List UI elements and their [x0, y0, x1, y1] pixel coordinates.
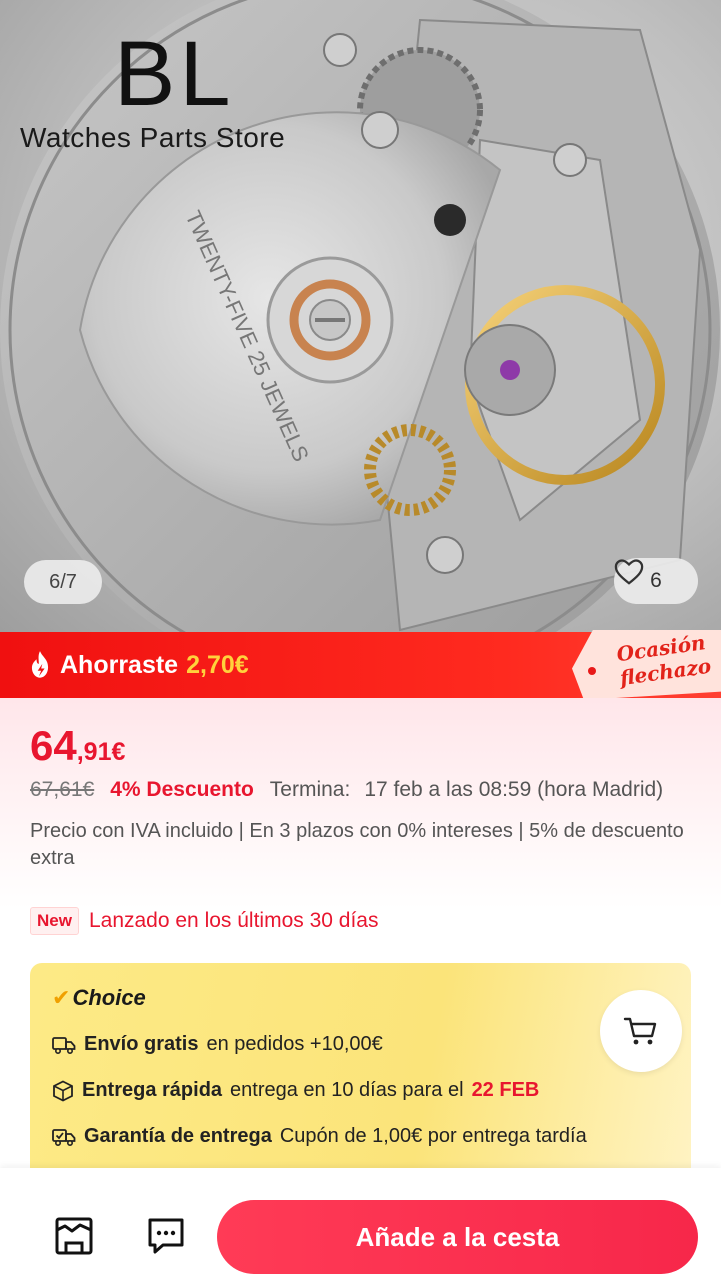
bottom-action-bar: Añade a la cesta	[0, 1168, 721, 1280]
discount-label: 4% Descuento	[110, 778, 254, 801]
ends-value: 17 feb a las 08:59 (hora Madrid)	[364, 778, 664, 801]
price-integer: 64	[30, 722, 77, 769]
chat-button[interactable]	[136, 1206, 196, 1266]
savings-label: Ahorraste	[60, 650, 179, 679]
delivery-guarantee-line: Garantía de entrega Cupón de 1,00€ por e…	[52, 1125, 587, 1148]
flechazo-badge: Ocasión flechazo	[572, 630, 721, 700]
new-badge: New	[30, 907, 79, 935]
store-button[interactable]	[44, 1206, 104, 1266]
ends-label: Termina:	[269, 778, 351, 801]
cart-icon	[623, 1017, 657, 1045]
choice-label: Choice	[72, 985, 146, 1010]
brand-mark: BL	[114, 23, 235, 125]
add-to-cart-button[interactable]: Añade a la cesta	[217, 1200, 698, 1274]
choice-title: ✔ Choice	[52, 985, 146, 1011]
brand-name: Watches Parts Store	[20, 122, 286, 153]
badge-dot	[588, 667, 596, 675]
favorites-count: 6	[650, 569, 662, 592]
tax-note: Precio con IVA incluido | En 3 plazos co…	[30, 820, 684, 869]
price-details-row: 67,61€ 4% Descuento Termina: 17 feb a la…	[30, 778, 663, 802]
store-icon	[55, 1217, 93, 1255]
guarantee-rest: Cupón de 1,00€ por entrega tardía	[279, 1125, 587, 1147]
new-arrival-text: Lanzado en los últimos 30 días	[88, 909, 379, 932]
store-logo: BL Watches Parts Store	[20, 28, 285, 154]
current-price: 64 ,91€	[30, 722, 125, 770]
package-icon	[53, 1079, 73, 1102]
heart-icon	[614, 559, 644, 585]
choice-card[interactable]: ✔ Choice Envío gratis en pedidos +10,00€…	[30, 963, 691, 1168]
truck-icon	[52, 1036, 76, 1054]
chat-icon	[148, 1218, 184, 1254]
guarantee-truck-icon	[52, 1128, 76, 1146]
price-decimal: ,91€	[76, 738, 126, 766]
new-arrival-row: New Lanzado en los últimos 30 días	[30, 907, 379, 935]
flame-icon	[31, 651, 49, 678]
old-price: 67,61€	[30, 778, 95, 801]
fast-delivery-line: Entrega rápida entrega en 10 días para e…	[52, 1079, 539, 1102]
check-icon: ✔	[52, 985, 71, 1010]
favorite-button[interactable]: 6	[614, 558, 698, 604]
price-section: 64 ,91€ 67,61€ 4% Descuento Termina: 17 …	[0, 698, 721, 1168]
fast-delivery-rest: entrega en 10 días para el	[230, 1079, 464, 1101]
free-shipping-rest: en pedidos +10,00€	[206, 1033, 383, 1055]
product-image[interactable]: TWENTY-FIVE 25 JEWELS BL Watches Parts S…	[0, 0, 721, 632]
free-shipping-bold: Envío gratis	[84, 1033, 199, 1055]
image-pager: 6/7	[24, 560, 102, 604]
delivery-date: 22 FEB	[471, 1079, 540, 1101]
choice-cart-button[interactable]	[600, 990, 682, 1072]
savings-amount: 2,70€	[186, 650, 249, 679]
fast-delivery-bold: Entrega rápida	[82, 1079, 223, 1101]
guarantee-bold: Garantía de entrega	[84, 1125, 272, 1147]
free-shipping-line: Envío gratis en pedidos +10,00€	[52, 1033, 383, 1056]
